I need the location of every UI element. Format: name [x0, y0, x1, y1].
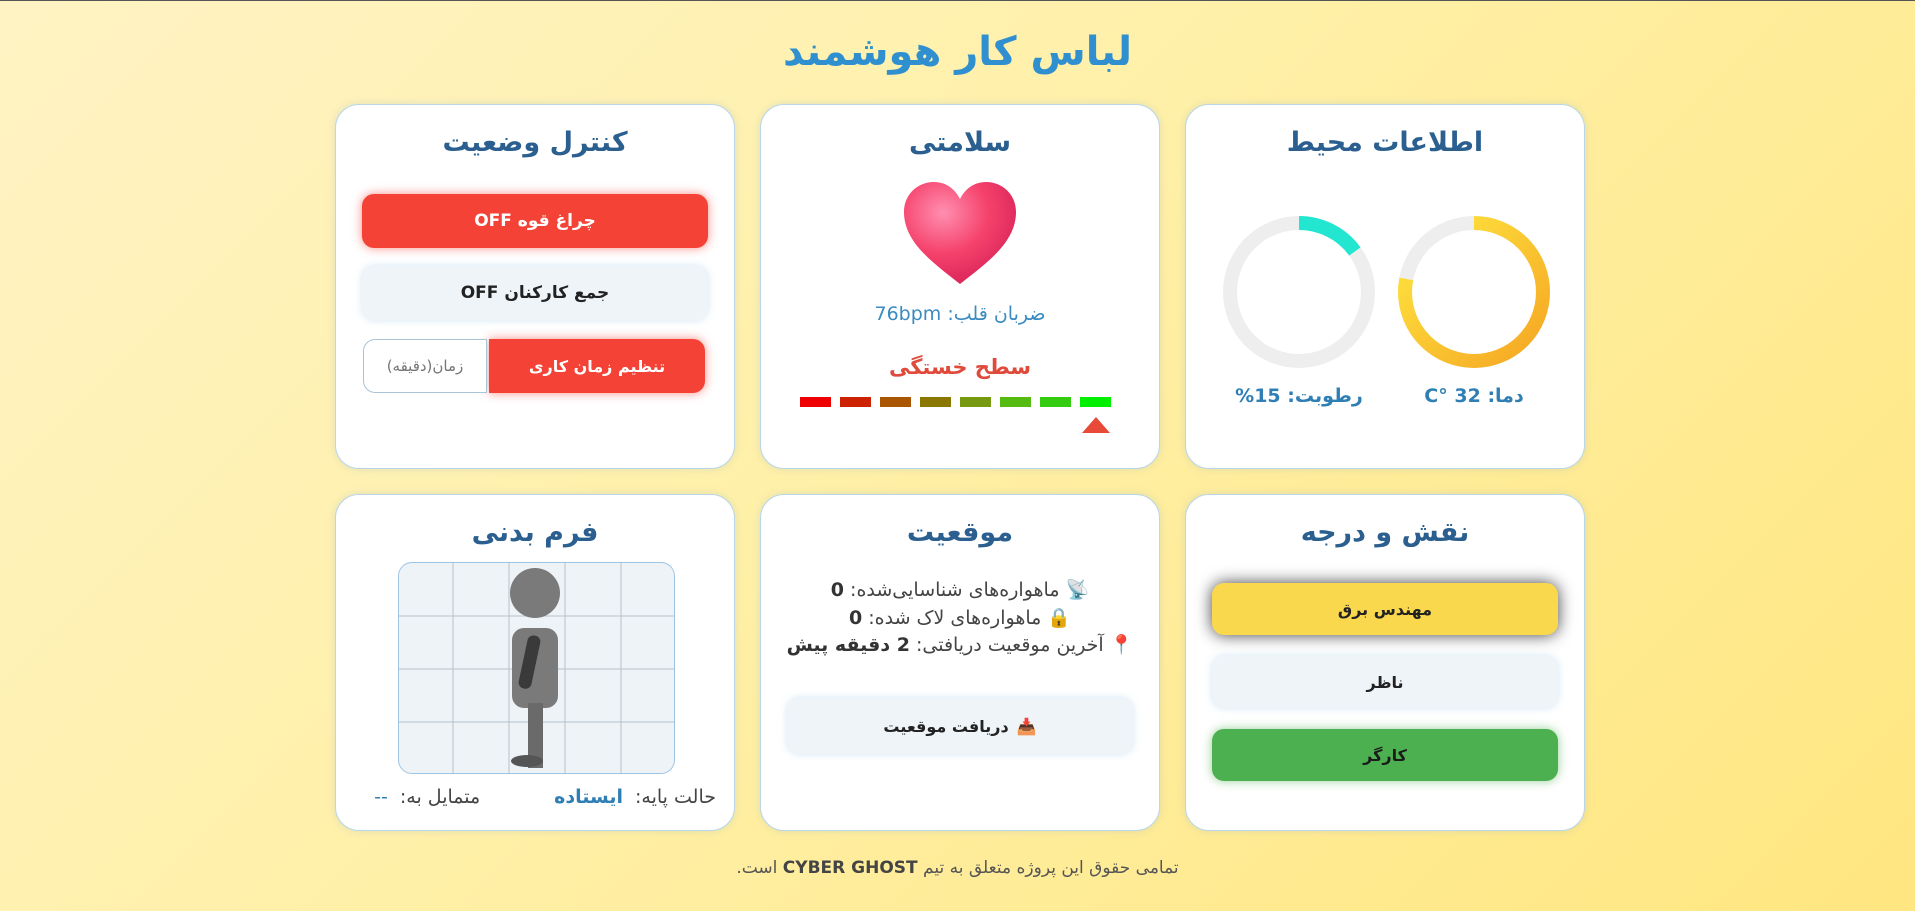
humidity-label: رطوبت: 15% [1235, 385, 1363, 407]
fatigue-bar [800, 397, 1120, 409]
body-title: فرم بدنی [471, 517, 599, 548]
fatigue-segment [920, 397, 951, 407]
role-worker-button[interactable]: کارگر [1212, 729, 1558, 781]
fatigue-segment [880, 397, 911, 407]
heart-rate-text: ضربان قلب: 76bpm [874, 303, 1046, 325]
figure-head [510, 568, 560, 618]
satellites-detected: 📡 ماهواره‌های شناسایی‌شده: 0 [830, 579, 1090, 601]
control-card: کنترل وضعیت چراغ قوه OFF جمع کارکنان OFF… [335, 104, 735, 469]
page-title: لباس کار هوشمند [782, 29, 1133, 75]
gather-staff-button[interactable]: جمع کارکنان OFF [362, 266, 708, 320]
fatigue-segment [1040, 397, 1071, 407]
work-time-input[interactable] [363, 339, 487, 393]
environment-card: اطلاعات محیط دما: 32 °C رطوبت: 15% [1185, 104, 1585, 469]
humidity-gauge [1223, 216, 1375, 368]
figure-foot [511, 755, 543, 767]
lock-icon: 🔒 [1047, 607, 1072, 629]
role-electrical-engineer-button[interactable]: مهندس برق [1212, 583, 1558, 635]
last-location: 📍 آخرین موقعیت دریافتی: 2 دقیقه پیش [786, 634, 1134, 656]
get-location-button[interactable]: 📥 دریافت موقعیت [787, 698, 1133, 754]
fatigue-indicator-icon [1081, 417, 1110, 433]
fatigue-segment [1080, 397, 1111, 407]
temperature-gauge [1398, 216, 1550, 368]
heart-icon [904, 182, 1016, 284]
tilt-label: متمایل به: [399, 786, 481, 808]
get-location-label: دریافت موقعیت [883, 716, 1009, 736]
footer-suffix: است. [736, 858, 778, 878]
tilt-value: -- [374, 786, 388, 808]
satellites-locked: 🔒 ماهواره‌های لاک شده: 0 [848, 607, 1072, 629]
body-posture-card: فرم بدنی حالت پایه: ایستاده متمایل به: -… [335, 494, 735, 831]
health-card: سلامتی ضربان قلب: 76bpm سطح خستگی [760, 104, 1160, 469]
base-state-label: حالت پایه: [635, 786, 716, 808]
fatigue-segment [800, 397, 831, 407]
posture-figure [399, 563, 674, 773]
health-title: سلامتی [908, 127, 1012, 158]
role-supervisor-button[interactable]: ناظر [1212, 656, 1558, 708]
posture-status: حالت پایه: ایستاده متمایل به: -- [374, 786, 716, 808]
base-state-value: ایستاده [554, 786, 624, 808]
control-title: کنترل وضعیت [442, 127, 628, 158]
footer-prefix: تمامی حقوق این پروژه متعلق به تیم [923, 858, 1179, 878]
posture-view [398, 562, 675, 774]
flashlight-button[interactable]: چراغ قوه OFF [362, 194, 708, 248]
fatigue-segment [840, 397, 871, 407]
location-title: موقعیت [906, 517, 1014, 548]
inbox-icon: 📥 [1016, 716, 1037, 736]
environment-title: اطلاعات محیط [1286, 127, 1484, 158]
footer-team: CYBER GHOST [782, 858, 918, 878]
role-card: نقش و درجه مهندس برق ناظر کارگر [1185, 494, 1585, 831]
fatigue-title: سطح خستگی [888, 355, 1032, 379]
set-work-time-button[interactable]: تنظیم زمان کاری [489, 339, 705, 393]
role-title: نقش و درجه [1300, 517, 1470, 548]
location-card: موقعیت 📡 ماهواره‌های شناسایی‌شده: 0 🔒 ما… [760, 494, 1160, 831]
fatigue-segment [960, 397, 991, 407]
fatigue-segment [1000, 397, 1031, 407]
footer: تمامی حقوق این پروژه متعلق به تیم CYBER … [0, 858, 1915, 878]
satellite-icon: 📡 [1065, 579, 1090, 601]
temperature-label: دما: 32 °C [1424, 385, 1524, 407]
pin-icon: 📍 [1109, 634, 1134, 656]
